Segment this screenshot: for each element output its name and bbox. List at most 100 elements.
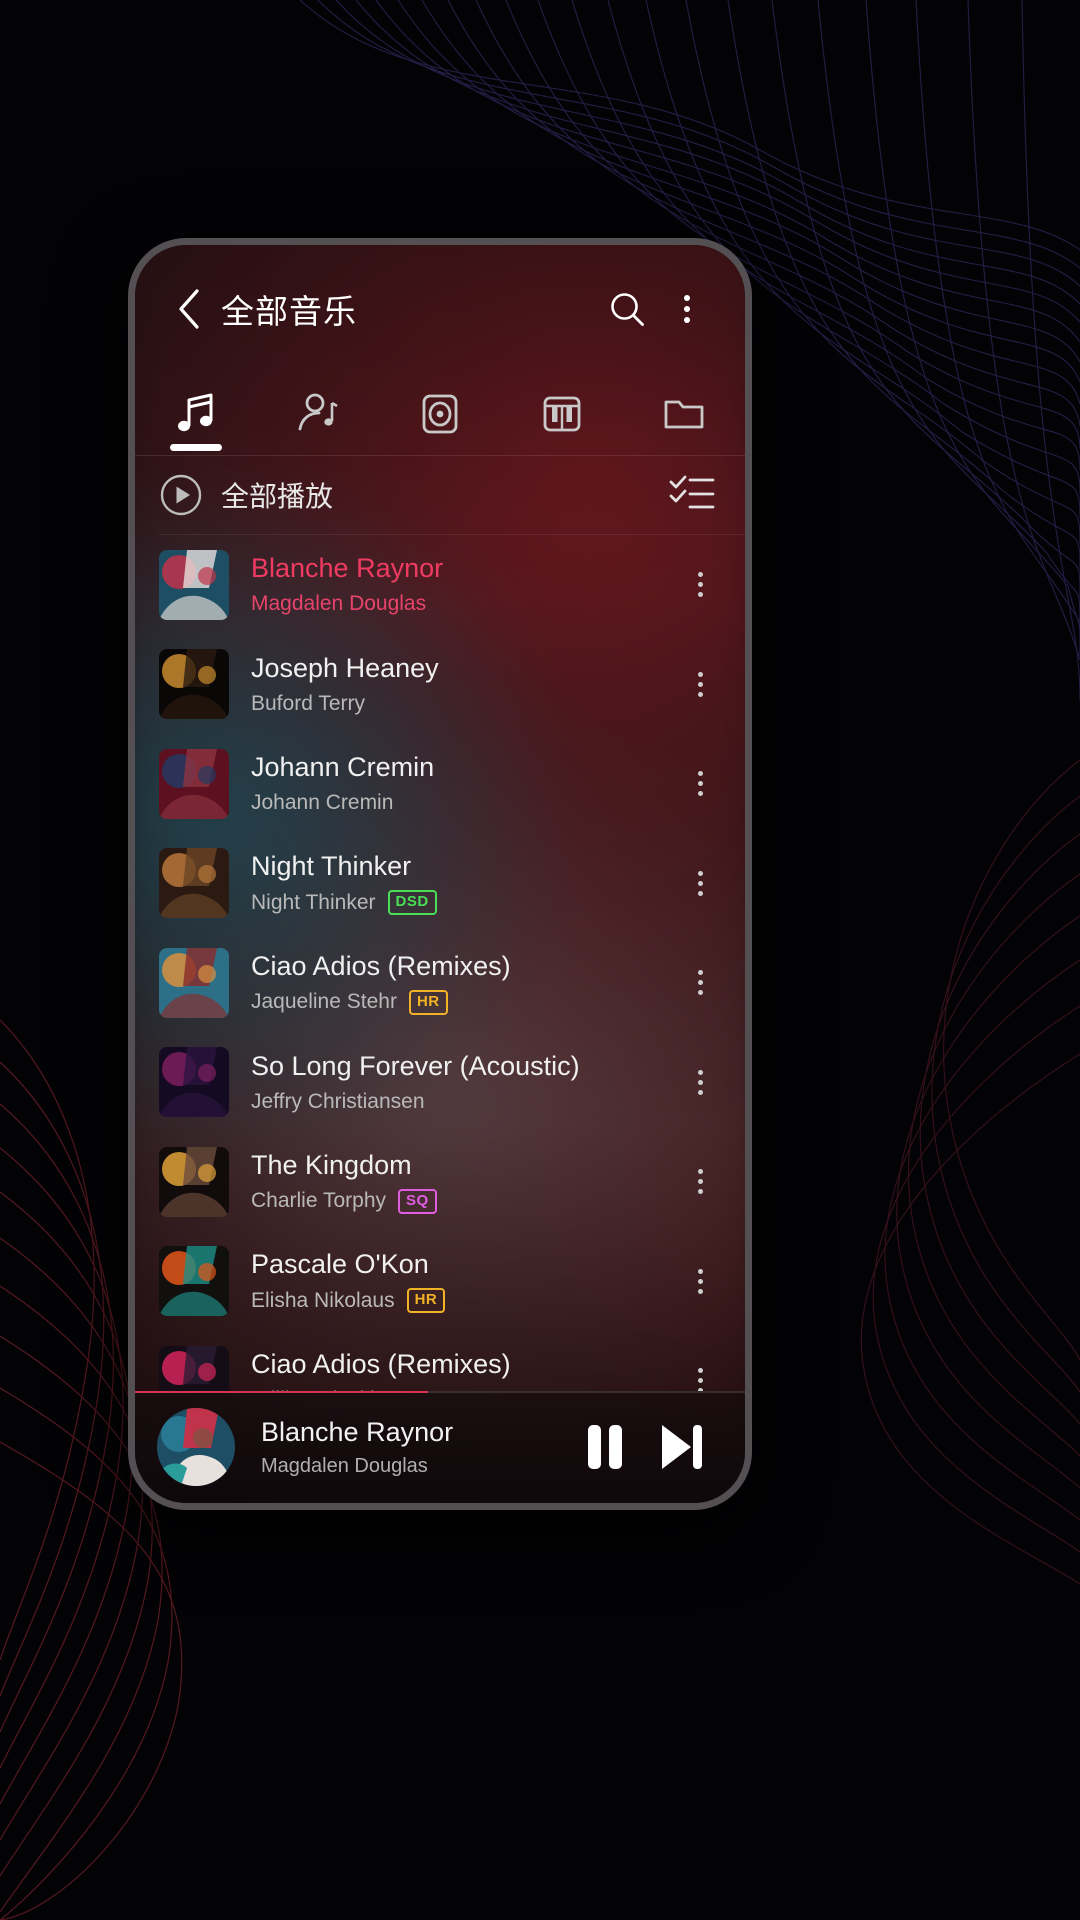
more-vertical-icon <box>684 295 690 323</box>
album-artwork-image <box>159 1345 229 1391</box>
artist-icon <box>298 393 338 431</box>
table-row[interactable]: So Long Forever (Acoustic) Jeffry Christi… <box>135 1033 745 1133</box>
now-playing-artwork <box>157 1408 235 1486</box>
now-playing-artist: Magdalen Douglas <box>261 1454 428 1477</box>
song-overflow-button[interactable] <box>673 1147 727 1217</box>
table-row[interactable]: Joseph Heaney Buford Terry <box>135 635 745 735</box>
tab-albums[interactable] <box>379 373 501 455</box>
song-meta: Johann Cremin Johann Cremin <box>251 752 673 815</box>
album-artwork <box>159 1345 229 1391</box>
piano-keys-icon <box>543 396 581 432</box>
active-tab-indicator <box>170 444 222 451</box>
tab-folders[interactable] <box>623 373 745 455</box>
song-artist-line: Charlie Torphy SQ <box>251 1188 673 1214</box>
table-row[interactable]: Johann Cremin Johann Cremin <box>135 734 745 834</box>
song-title: So Long Forever (Acoustic) <box>251 1050 580 1081</box>
page-title: 全部音乐 <box>221 293 357 330</box>
search-button[interactable] <box>597 279 657 339</box>
table-row[interactable]: The Kingdom Charlie Torphy SQ <box>135 1132 745 1232</box>
song-overflow-button[interactable] <box>673 550 727 620</box>
album-artwork-image <box>159 1047 229 1118</box>
next-track-button[interactable] <box>643 1409 719 1485</box>
album-artwork <box>159 947 229 1018</box>
folder-icon <box>664 400 704 429</box>
song-meta: Pascale O'Kon Elisha Nikolaus HR <box>251 1249 673 1314</box>
song-artist: Elisha Nikolaus <box>251 1288 395 1312</box>
song-title: The Kingdom <box>251 1149 412 1180</box>
song-title: Pascale O'Kon <box>251 1249 429 1280</box>
song-artist: Jeffry Christiansen <box>251 1089 425 1113</box>
album-artwork <box>159 1246 229 1317</box>
album-artwork-image <box>159 1146 229 1217</box>
more-vertical-icon <box>697 1069 703 1095</box>
tab-artists[interactable] <box>257 373 379 455</box>
app-header: 全部音乐 <box>135 245 745 373</box>
album-artwork <box>159 1047 229 1118</box>
album-artwork-image <box>159 549 229 620</box>
song-artist-line: Elisha Nikolaus HR <box>251 1288 673 1314</box>
more-vertical-icon <box>697 771 703 797</box>
tab-genres[interactable] <box>501 373 623 455</box>
table-row[interactable]: Ciao Adios (Remixes) Jaqueline Stehr HR <box>135 933 745 1033</box>
more-vertical-icon <box>697 970 703 996</box>
song-title: Blanche Raynor <box>251 553 444 584</box>
quality-badge: SQ <box>398 1188 437 1214</box>
album-artwork <box>159 1146 229 1217</box>
song-overflow-button[interactable] <box>673 749 727 819</box>
song-overflow-button[interactable] <box>673 1047 727 1117</box>
multi-select-button[interactable] <box>663 467 721 524</box>
album-artwork-image <box>159 649 229 720</box>
play-all-label: 全部播放 <box>221 481 334 512</box>
song-overflow-button[interactable] <box>673 948 727 1018</box>
pause-button[interactable] <box>567 1409 643 1485</box>
song-meta: Ciao Adios (Remixes) Jaqueline Stehr HR <box>251 951 673 1015</box>
chevron-left-icon <box>179 289 199 329</box>
now-playing-title: Blanche Raynor <box>261 1416 454 1447</box>
song-artist: Charlie Torphy <box>251 1189 387 1213</box>
song-artist: Night Thinker <box>251 890 376 914</box>
album-artwork-image <box>159 748 229 819</box>
play-all-row[interactable]: 全部播放 <box>135 456 745 534</box>
song-overflow-button[interactable] <box>673 1346 727 1391</box>
song-artist-line: Jeffry Christiansen <box>251 1090 673 1114</box>
song-title: Joseph Heaney <box>251 652 439 683</box>
album-disc-icon <box>422 394 458 434</box>
song-artist: Magdalen Douglas <box>251 592 427 616</box>
playback-progress-bar[interactable] <box>135 1391 745 1393</box>
table-row[interactable]: Ciao Adios (Remixes)Willis Osinski <box>135 1331 745 1391</box>
back-button[interactable] <box>163 283 215 335</box>
mini-player[interactable]: Blanche Raynor Magdalen Douglas <box>135 1391 745 1503</box>
quality-badge: DSD <box>387 890 437 916</box>
search-icon <box>611 293 644 326</box>
album-artwork <box>159 549 229 620</box>
song-artist: Buford Terry <box>251 691 365 715</box>
song-artist-line: Magdalen Douglas <box>251 592 673 616</box>
more-vertical-icon <box>697 1169 703 1195</box>
tab-songs[interactable] <box>135 373 257 455</box>
song-artist-line: Johann Cremin <box>251 791 673 815</box>
song-meta: Ciao Adios (Remixes)Willis Osinski <box>251 1349 673 1391</box>
more-vertical-icon <box>697 1268 703 1294</box>
song-artist: Jaqueline Stehr <box>251 990 397 1014</box>
song-overflow-button[interactable] <box>673 649 727 719</box>
song-title: Night Thinker <box>251 851 412 882</box>
song-artist-line: Buford Terry <box>251 692 673 716</box>
album-artwork <box>159 748 229 819</box>
category-tabs <box>135 373 745 455</box>
more-vertical-icon <box>697 870 703 896</box>
music-note-icon <box>178 393 213 432</box>
pause-icon <box>588 1425 622 1469</box>
table-row[interactable]: Blanche Raynor Magdalen Douglas <box>135 535 745 635</box>
quality-badge: HR <box>406 1288 446 1314</box>
skip-next-icon <box>662 1425 702 1469</box>
table-row[interactable]: Pascale O'Kon Elisha Nikolaus HR <box>135 1232 745 1332</box>
overflow-menu-button[interactable] <box>657 279 717 339</box>
song-meta: Blanche Raynor Magdalen Douglas <box>251 553 673 616</box>
quality-badge: HR <box>408 989 448 1015</box>
song-list[interactable]: Blanche Raynor Magdalen Douglas Joseph Hea… <box>135 535 745 1391</box>
song-overflow-button[interactable] <box>673 848 727 918</box>
table-row[interactable]: Night Thinker Night Thinker DSD <box>135 834 745 934</box>
song-overflow-button[interactable] <box>673 1246 727 1316</box>
album-artwork-image <box>159 848 229 919</box>
song-title: Johann Cremin <box>251 752 435 783</box>
